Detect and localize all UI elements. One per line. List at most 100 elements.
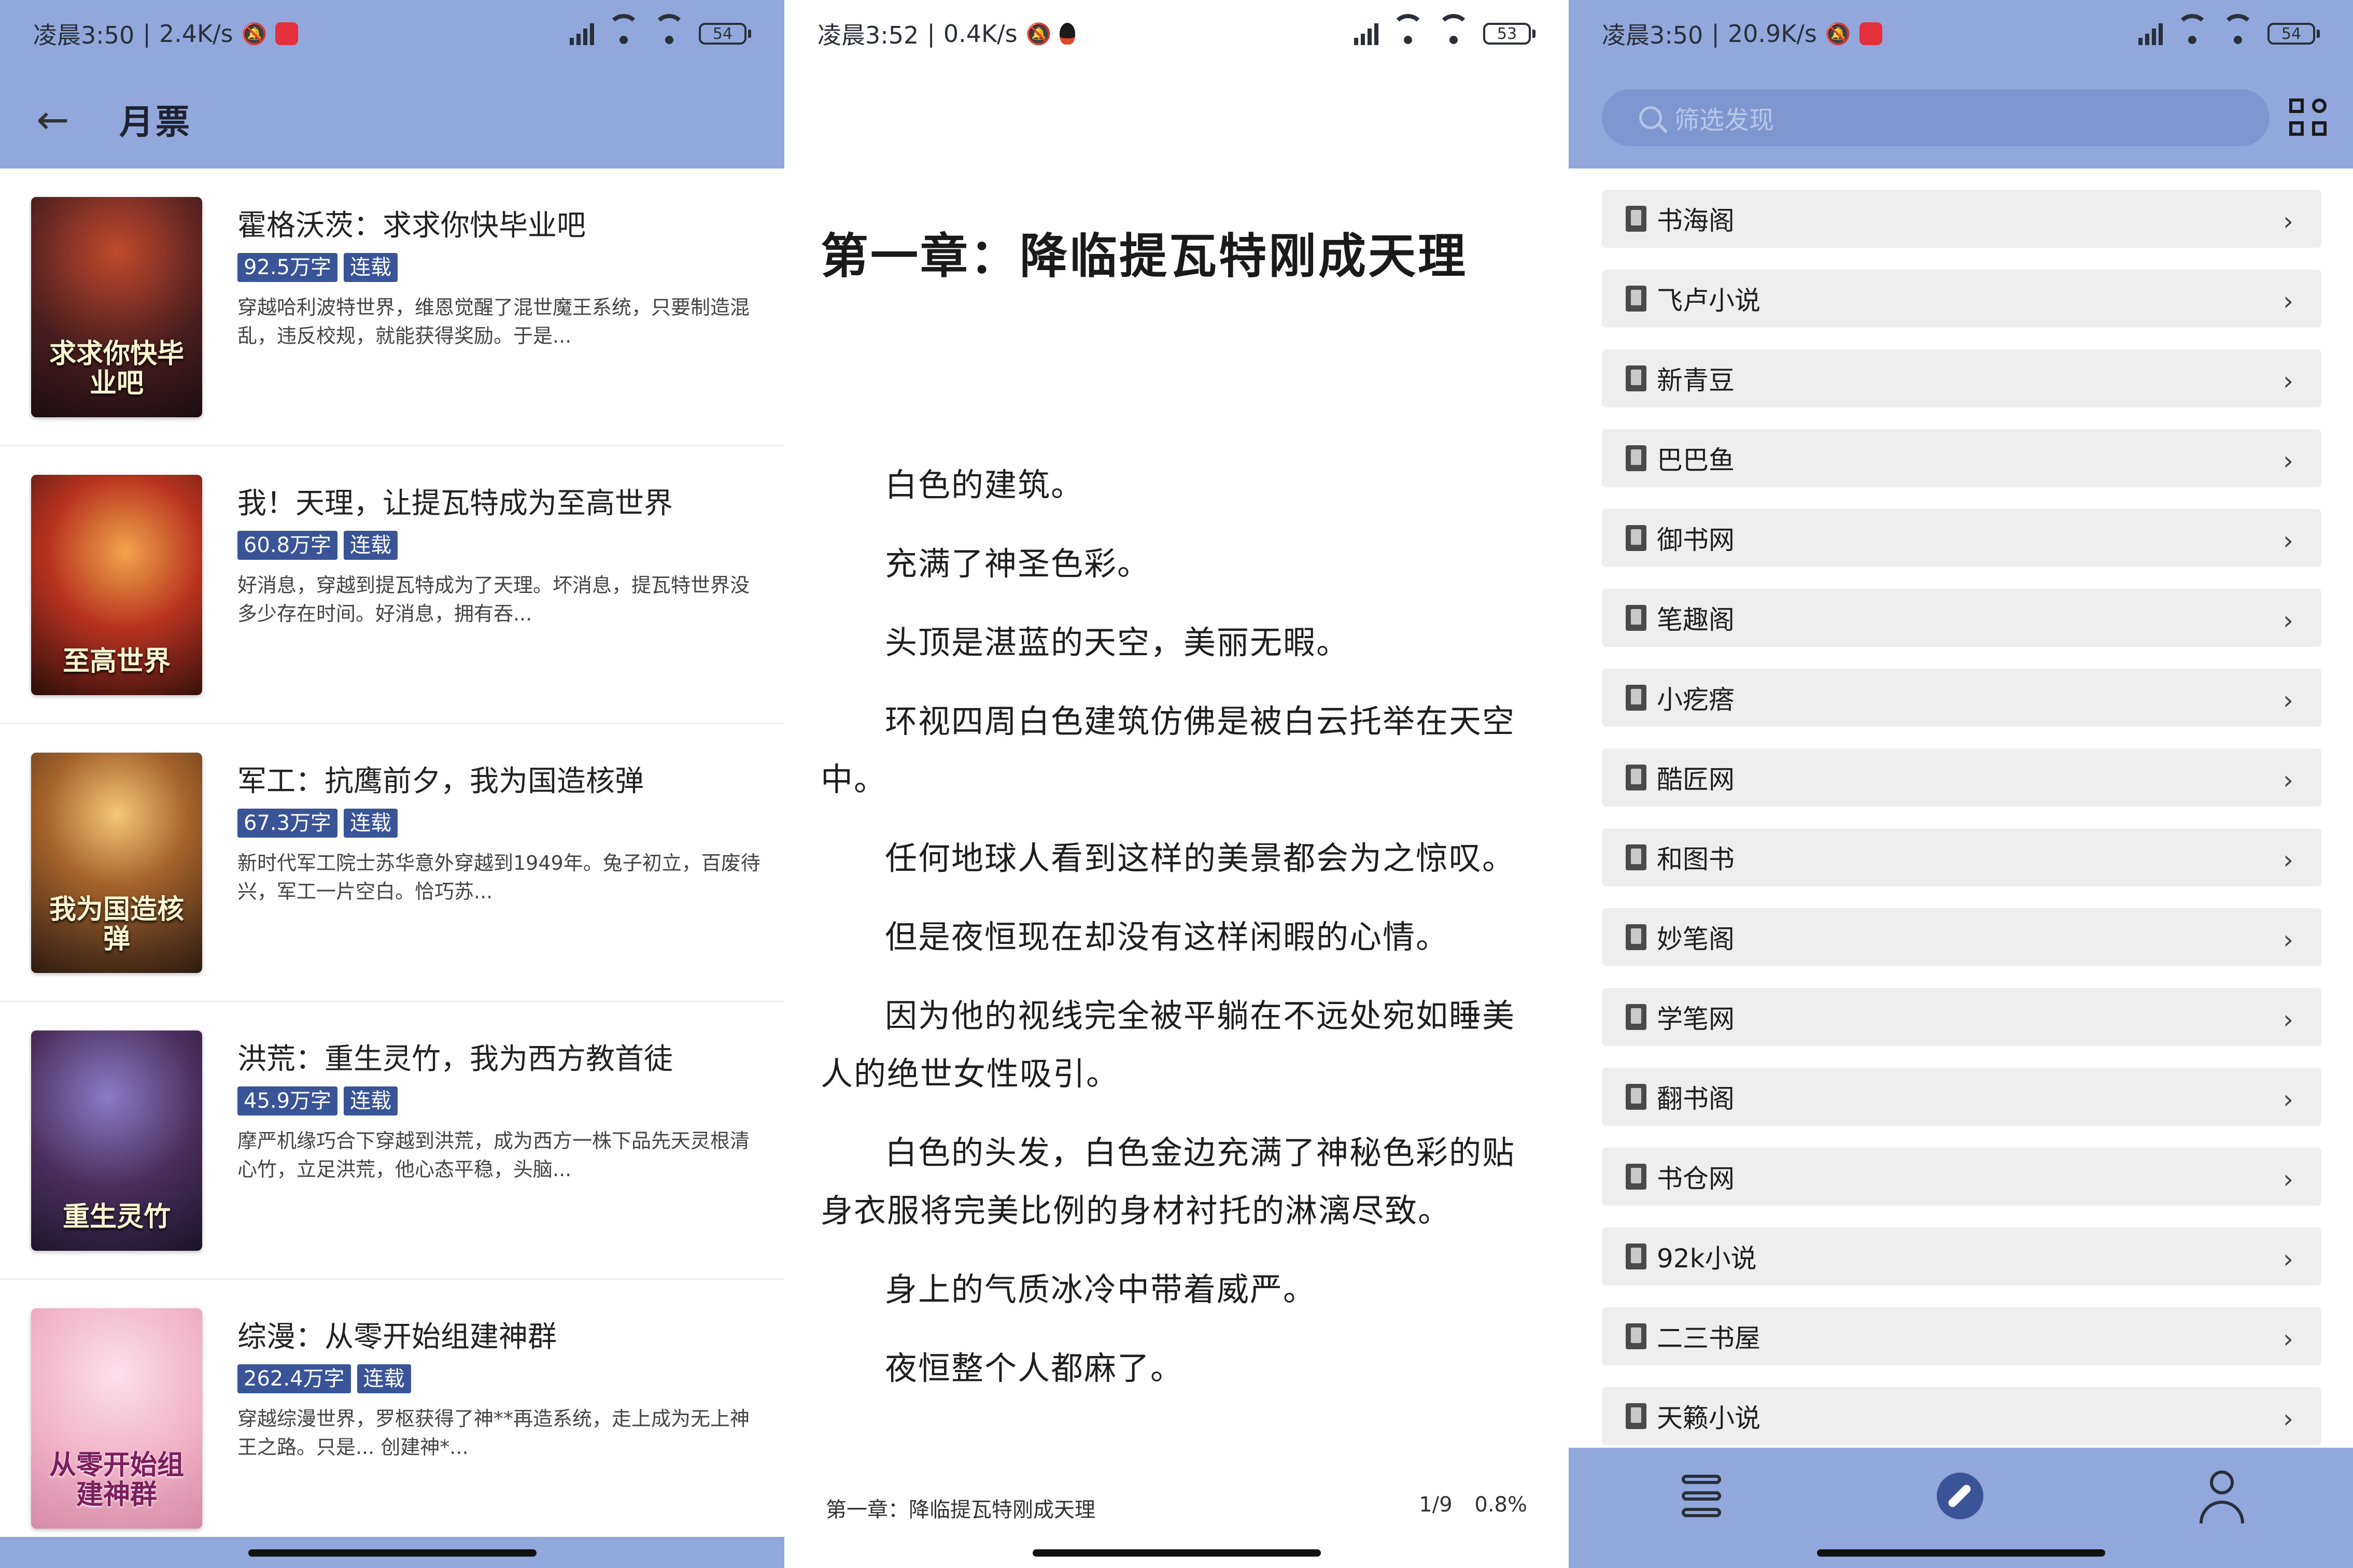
tab-discover[interactable] (1932, 1467, 1989, 1524)
word-count-badge: 67.3万字 (237, 809, 338, 838)
cell-signal-icon (570, 22, 594, 45)
footer-chapter: 第一章：降临提瓦特刚成天理 (826, 1498, 1095, 1522)
gesture-bar (0, 1537, 784, 1568)
monthly-ticket-screen: 凌晨3:50 | 2.4K/s 🔕 54 ← 月票 求求你快毕业吧 霍格沃茨：求… (0, 0, 784, 1568)
chevron-right-icon: › (2283, 925, 2293, 955)
gesture-bar (784, 1537, 1569, 1568)
book-icon (1626, 1323, 1646, 1349)
book-icon (1626, 1004, 1646, 1030)
chevron-right-icon: › (2283, 526, 2293, 556)
status-time: 凌晨3:50 (33, 21, 135, 49)
book-description: 摩严机缘巧合下穿越到洪荒，成为西方一株下品先天灵根清心竹，立足洪荒，他心态平稳，… (237, 1129, 750, 1181)
source-item[interactable]: 妙笔阁 › (1602, 908, 2321, 966)
book-cover[interactable]: 从零开始组建神群 (31, 1308, 202, 1529)
source-item[interactable]: 新青豆 › (1602, 349, 2321, 407)
status-badge: 连载 (344, 809, 398, 838)
reader-footer: 第一章：降临提瓦特刚成天理 1/9 0.8% (826, 1493, 1527, 1523)
book-item[interactable]: 至高世界 我！天理，让提瓦特成为至高世界 60.8万字 连载 好消息，穿越到提瓦特… (0, 446, 784, 724)
book-item[interactable]: 从零开始组建神群 综漫：从零开始组建神群 262.4万字 连载 穿越综漫世界，罗枢… (0, 1280, 784, 1558)
source-item[interactable]: 92k小说 › (1602, 1227, 2321, 1286)
book-icon (1626, 1164, 1646, 1190)
book-description: 新时代军工院士苏华意外穿越到1949年。兔子初立，百废待兴，军工一片空白。恰巧苏… (237, 852, 760, 903)
book-cover[interactable]: 重生灵竹 (31, 1030, 202, 1251)
source-item[interactable]: 天籁小说 › (1602, 1387, 2321, 1445)
status-time: 凌晨3:52 (818, 21, 919, 49)
chevron-right-icon: › (2283, 605, 2293, 635)
book-icon (1626, 365, 1646, 391)
book-icon (1626, 685, 1646, 711)
book-item[interactable]: 求求你快毕业吧 霍格沃茨：求求你快毕业吧 92.5万字 连载 穿越哈利波特世界，维… (0, 168, 784, 446)
word-count-badge: 262.4万字 (237, 1364, 351, 1393)
footer-page: 1/9 (1419, 1493, 1453, 1517)
book-icon (1626, 286, 1646, 312)
reader-screen: 凌晨3:52 | 0.4K/s 🔕 53 第一章：降临提瓦特刚成天理 白色的建筑… (784, 0, 1569, 1568)
hotspot-icon (2176, 14, 2208, 45)
wifi-icon (2222, 14, 2254, 45)
book-cover[interactable]: 至高世界 (31, 475, 202, 695)
paragraph: 白色的头发，白色金边充满了神秘色彩的贴身衣服将完美比例的身材衬托的淋漓尽致。 (821, 1134, 1516, 1230)
chevron-right-icon: › (2283, 1005, 2293, 1035)
status-bar: 凌晨3:50 | 2.4K/s 🔕 54 (0, 0, 784, 67)
word-count-badge: 45.9万字 (237, 1086, 338, 1115)
book-cover[interactable]: 求求你快毕业吧 (31, 197, 202, 417)
tab-profile[interactable] (2193, 1467, 2250, 1524)
source-item[interactable]: 和图书 › (1602, 828, 2321, 886)
book-item[interactable]: 重生灵竹 洪荒：重生灵竹，我为西方教首徒 45.9万字 连载 摩严机缘巧合下穿越到… (0, 1002, 784, 1280)
discover-screen: 凌晨3:50 | 20.9K/s 🔕 54 筛选发现 书海阁 › 飞卢小说 › 新青… (1569, 0, 2353, 1568)
reading-content[interactable]: 白色的建筑。 充满了神圣色彩。 头顶是湛蓝的天空，美丽无暇。 环视四周白色建筑仿… (821, 456, 1526, 1418)
word-count-badge: 60.8万字 (237, 531, 338, 560)
chevron-right-icon: › (2283, 685, 2293, 715)
book-icon (1626, 1084, 1646, 1110)
book-icon (1626, 445, 1646, 471)
book-list: 求求你快毕业吧 霍格沃茨：求求你快毕业吧 92.5万字 连载 穿越哈利波特世界，维… (0, 168, 784, 1558)
book-title: 军工：抗鹰前夕，我为国造核弹 (237, 765, 644, 798)
chevron-right-icon: › (2283, 845, 2293, 875)
home-indicator[interactable] (1816, 1549, 2105, 1557)
book-icon (1626, 525, 1646, 551)
source-item[interactable]: 学笔网 › (1602, 988, 2321, 1046)
tab-bookshelf[interactable] (1672, 1467, 1729, 1524)
book-description: 穿越综漫世界，罗枢获得了神**再造系统，走上成为无上神王之路。只是... 创建神… (237, 1407, 750, 1459)
paragraph: 夜恒整个人都麻了。 (885, 1349, 1184, 1387)
back-arrow-icon[interactable]: ← (36, 96, 83, 143)
status-speed: 0.4K/s (943, 20, 1018, 48)
source-list: 书海阁 › 飞卢小说 › 新青豆 › 巴巴鱼 › 御书网 › 笔趣阁 › 小疙瘩 › 酷匠网 ›… (1602, 190, 2321, 1467)
source-item[interactable]: 小疙瘩 › (1602, 669, 2321, 727)
source-item[interactable]: 巴巴鱼 › (1602, 429, 2321, 487)
paragraph: 头顶是湛蓝的天空，美丽无暇。 (885, 624, 1350, 661)
cell-signal-icon (1354, 22, 1378, 45)
source-item[interactable]: 笔趣阁 › (1602, 589, 2321, 647)
paragraph: 充满了神圣色彩。 (885, 545, 1151, 583)
source-item[interactable]: 书海阁 › (1602, 190, 2321, 248)
battery-icon: 54 (699, 23, 751, 45)
status-badge: 连载 (344, 531, 398, 560)
source-item[interactable]: 酷匠网 › (1602, 748, 2321, 807)
search-icon (1639, 106, 1662, 129)
paragraph: 身上的气质冰冷中带着威严。 (885, 1270, 1317, 1308)
source-item[interactable]: 御书网 › (1602, 509, 2321, 567)
chevron-right-icon: › (2283, 366, 2293, 396)
layout-toggle-icon[interactable] (2289, 98, 2331, 140)
page-title: 月票 (119, 102, 192, 142)
chevron-right-icon: › (2283, 1404, 2293, 1434)
source-item[interactable]: 书仓网 › (1602, 1148, 2321, 1206)
book-item[interactable]: 我为国造核弹 军工：抗鹰前夕，我为国造核弹 67.3万字 连载 新时代军工院士苏华… (0, 724, 784, 1002)
source-item[interactable]: 飞卢小说 › (1602, 270, 2321, 328)
hotspot-icon (1392, 14, 1424, 45)
status-badge: 连载 (357, 1364, 411, 1393)
book-cover[interactable]: 我为国造核弹 (31, 753, 202, 973)
paragraph: 因为他的视线完全被平躺在不远处宛如睡美人的绝世女性吸引。 (821, 997, 1516, 1093)
chapter-title: 第一章：降临提瓦特刚成天理 (821, 229, 1468, 284)
home-indicator[interactable] (248, 1549, 537, 1557)
book-description: 穿越哈利波特世界，维恩觉醒了混世魔王系统，只要制造混乱，违反校规，就能获得奖励。… (237, 296, 750, 348)
wifi-icon (653, 14, 685, 45)
book-icon (1626, 924, 1646, 950)
home-indicator[interactable] (1032, 1549, 1321, 1557)
source-item[interactable]: 二三书屋 › (1602, 1307, 2321, 1365)
search-input[interactable]: 筛选发现 (1602, 89, 2270, 146)
paragraph: 环视四周白色建筑仿佛是被白云托举在天空中。 (821, 702, 1516, 798)
book-icon (1626, 844, 1646, 870)
wifi-icon (1438, 14, 1470, 45)
user-icon (2210, 1471, 2234, 1494)
source-item[interactable]: 翻书阁 › (1602, 1068, 2321, 1126)
